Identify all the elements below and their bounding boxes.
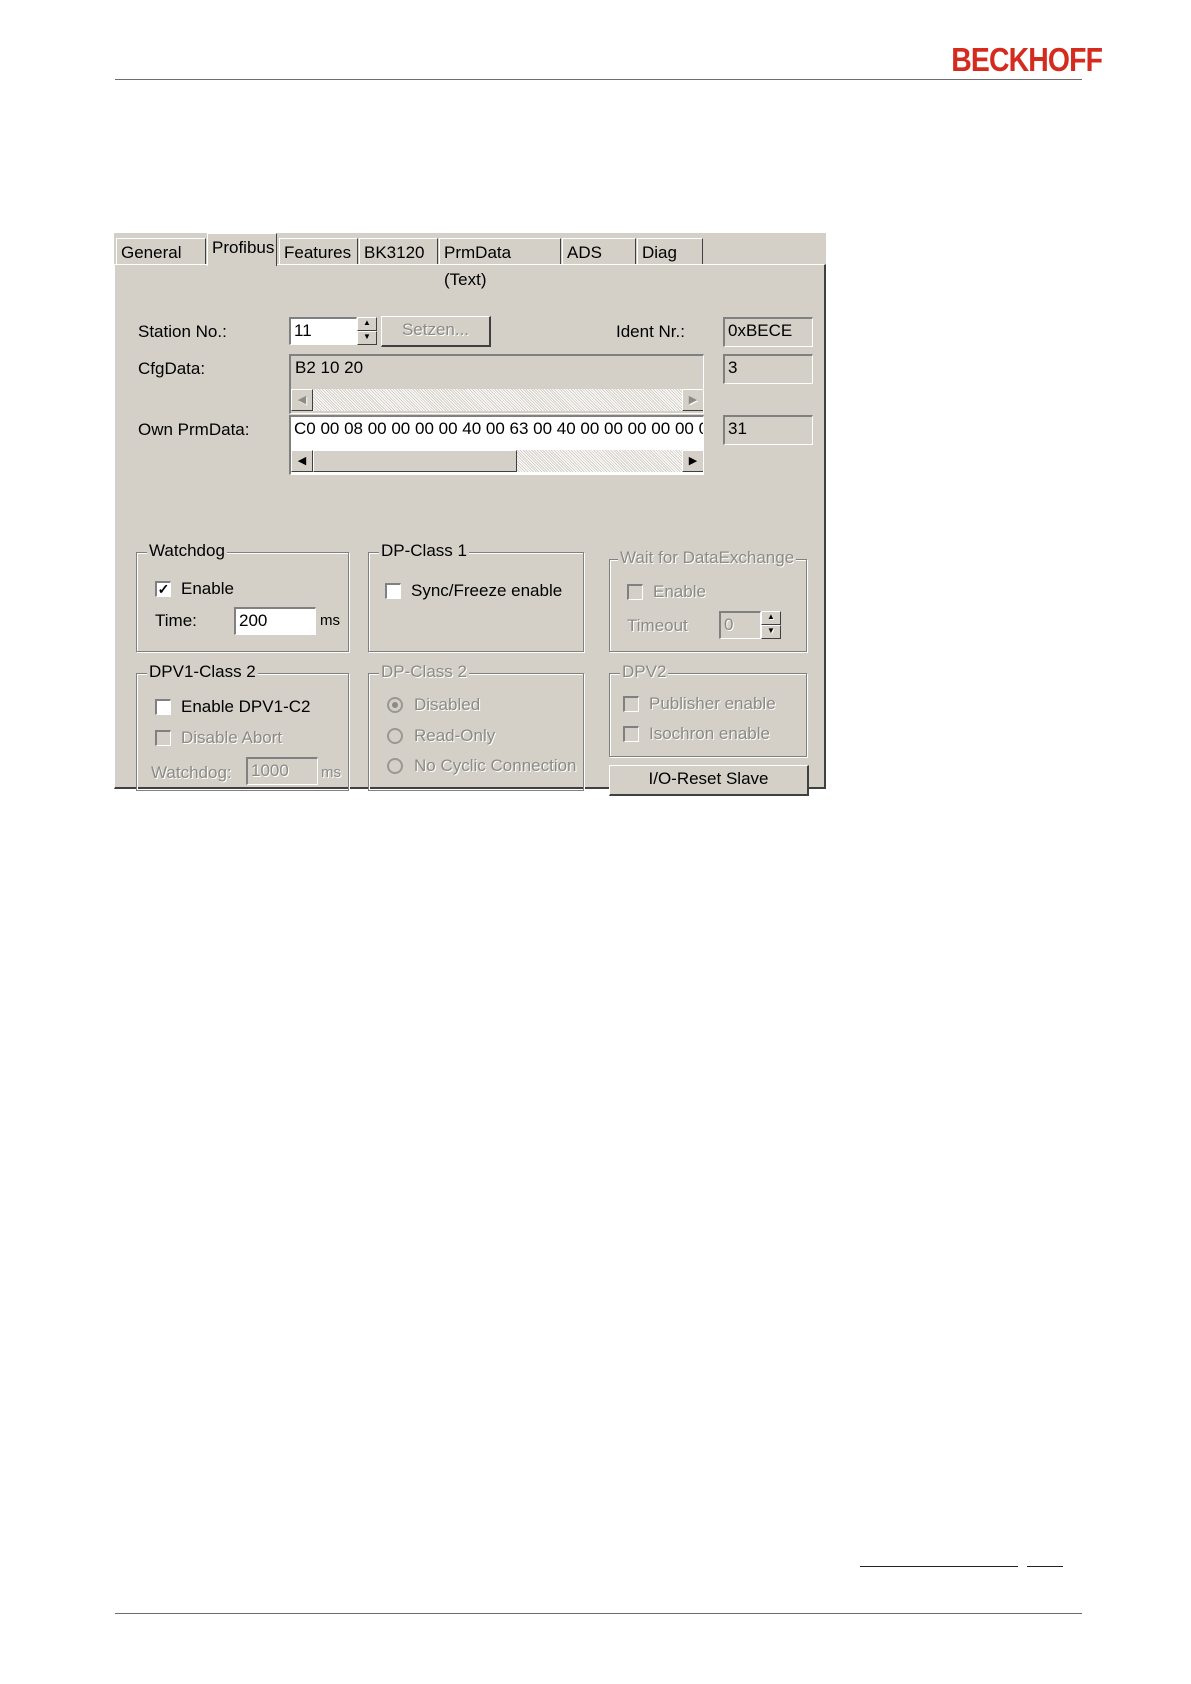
wait-dataexchange-group: Wait for DataExchange Enable Timeout 0 ▲… <box>609 548 807 652</box>
tab-general[interactable]: General <box>116 238 206 265</box>
scroll-left-icon[interactable]: ◀ <box>291 389 313 411</box>
dpv2-title: DPV2 <box>620 662 669 682</box>
footer-underline-right <box>1027 1566 1063 1567</box>
station-spinner[interactable]: ▲ ▼ <box>357 317 377 345</box>
watchdog-unit: ms <box>320 612 340 629</box>
wait-enable-label: Enable <box>653 582 706 601</box>
isochron-enable-checkbox[interactable] <box>623 726 639 742</box>
io-reset-slave-button[interactable]: I/O-Reset Slave <box>609 765 809 796</box>
isochron-enable-label: Isochron enable <box>649 724 770 743</box>
wait-enable-checkbox[interactable] <box>627 584 643 600</box>
tab-diag[interactable]: Diag <box>637 238 703 265</box>
watchdog-enable-checkbox[interactable]: ✓ <box>155 581 171 597</box>
beckhoff-logo: BECKHOFF <box>951 41 1103 78</box>
dpv2-group: DPV2 Publisher enable Isochron enable <box>609 662 807 757</box>
own-prmdata-label: Own PrmData: <box>138 420 250 439</box>
cfgdata-box[interactable]: B2 10 20 ◀ ▶ <box>289 354 704 414</box>
prmdata-scrollbar[interactable]: ◀ ▶ <box>291 450 703 472</box>
dpv1-watchdog-unit: ms <box>321 764 341 781</box>
timeout-label: Timeout <box>627 616 688 635</box>
profibus-dialog: General Profibus Features BK3120 PrmData… <box>114 233 826 796</box>
disable-abort-label: Disable Abort <box>181 728 283 747</box>
dp-class2-title: DP-Class 2 <box>379 662 469 682</box>
spin-down-icon[interactable]: ▼ <box>761 625 781 639</box>
scroll-left-icon[interactable]: ◀ <box>291 450 313 472</box>
dpv1-watchdog-input[interactable]: 1000 <box>246 757 318 785</box>
tab-prmdata-text[interactable]: PrmData (Text) <box>439 238 561 289</box>
ident-field: 0xBECE <box>723 317 813 347</box>
tab-bk3120[interactable]: BK3120 <box>359 238 438 265</box>
publisher-enable-checkbox[interactable] <box>623 696 639 712</box>
prmdata-box[interactable]: C0 00 08 00 00 00 00 40 00 63 00 40 00 0… <box>289 415 704 475</box>
watchdog-group: Watchdog ✓ Enable Time: 200 ms <box>136 541 349 652</box>
watchdog-enable-label: Enable <box>181 579 234 598</box>
cfgdata-value: B2 10 20 <box>295 358 364 377</box>
dpv1-class2-group: DPV1-Class 2 Enable DPV1-C2 Disable Abor… <box>136 662 349 791</box>
tab-profibus[interactable]: Profibus <box>207 233 277 266</box>
dp-class1-title: DP-Class 1 <box>379 541 469 561</box>
setzen-button[interactable]: Setzen... <box>381 316 491 347</box>
sync-freeze-label: Sync/Freeze enable <box>411 581 563 600</box>
radio-disabled-label: Disabled <box>414 695 481 714</box>
prmdata-count: 31 <box>723 415 813 445</box>
footer-underline-left <box>860 1566 1018 1567</box>
footer-rule <box>115 1613 1082 1614</box>
cfgdata-count: 3 <box>723 354 813 384</box>
timeout-spinner[interactable]: ▲ ▼ <box>761 611 781 639</box>
sync-freeze-checkbox[interactable] <box>385 583 401 599</box>
station-input[interactable]: 11 <box>289 317 357 345</box>
watchdog-time-input[interactable]: 200 <box>234 607 316 635</box>
radio-read-only[interactable] <box>387 728 403 744</box>
radio-read-only-label: Read-Only <box>414 726 496 745</box>
prmdata-value: C0 00 08 00 00 00 00 40 00 63 00 40 00 0… <box>294 419 703 438</box>
scroll-right-icon[interactable]: ▶ <box>682 389 703 411</box>
tab-ads[interactable]: ADS <box>562 238 636 265</box>
scroll-right-icon[interactable]: ▶ <box>682 450 703 472</box>
enable-dpv1-c2-label: Enable DPV1-C2 <box>181 697 311 716</box>
radio-no-cyclic-label: No Cyclic Connection <box>414 756 577 775</box>
ident-label: Ident Nr.: <box>616 322 685 341</box>
spin-up-icon[interactable]: ▲ <box>761 611 781 625</box>
watchdog-title: Watchdog <box>147 541 227 561</box>
timeout-input[interactable]: 0 <box>719 611 761 639</box>
publisher-enable-label: Publisher enable <box>649 694 776 713</box>
station-label: Station No.: <box>138 322 227 341</box>
cfgdata-label: CfgData: <box>138 359 206 378</box>
watchdog-time-label: Time: <box>155 611 197 630</box>
tab-page-profibus: Station No.: 11 ▲ ▼ Setzen... Ident Nr.:… <box>114 264 826 796</box>
spin-down-icon[interactable]: ▼ <box>357 331 377 345</box>
wait-dataexchange-title: Wait for DataExchange <box>618 548 797 568</box>
cfgdata-scrollbar[interactable]: ◀ ▶ <box>291 389 703 411</box>
dpv1-class2-title: DPV1-Class 2 <box>147 662 258 682</box>
disable-abort-checkbox[interactable] <box>155 730 171 746</box>
scroll-thumb[interactable] <box>313 450 517 472</box>
radio-disabled[interactable] <box>387 697 403 713</box>
tab-features[interactable]: Features <box>279 238 358 265</box>
radio-selected-dot <box>392 702 398 708</box>
enable-dpv1-c2-checkbox[interactable] <box>155 699 171 715</box>
header-rule <box>115 79 1082 80</box>
dp-class2-group: DP-Class 2 Disabled Read-Only No Cyclic … <box>368 662 584 791</box>
spin-up-icon[interactable]: ▲ <box>357 317 377 331</box>
dpv1-watchdog-label: Watchdog: <box>151 763 232 782</box>
dp-class1-group: DP-Class 1 Sync/Freeze enable <box>368 541 584 652</box>
radio-no-cyclic[interactable] <box>387 758 403 774</box>
